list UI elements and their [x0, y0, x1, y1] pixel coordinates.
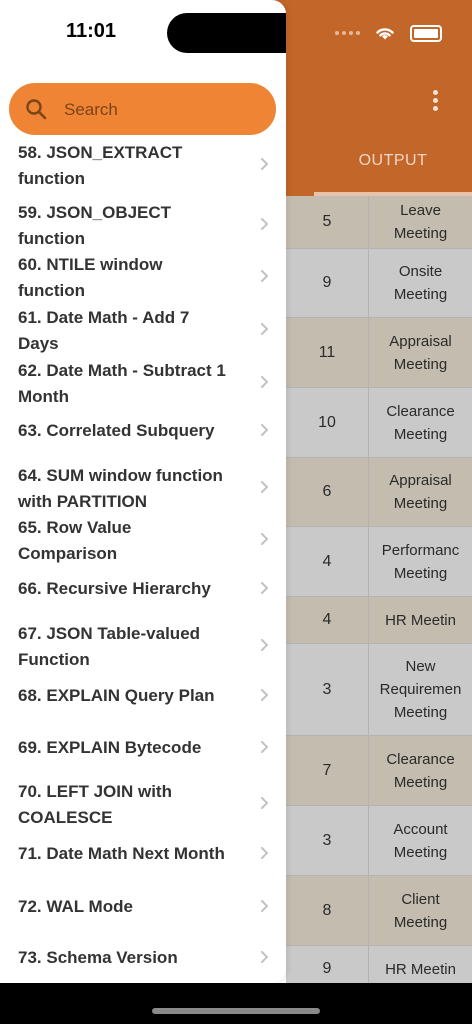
- table-row: 4 Performanc Meeting: [286, 527, 472, 597]
- menu-item-label: 64. SUM window function with PARTITION: [18, 466, 223, 511]
- table-cell-count: 9: [286, 249, 369, 317]
- menu-item-label: 72. WAL Mode: [18, 897, 133, 916]
- table-cell-count: 11: [286, 318, 369, 387]
- menu-item-label: 69. EXPLAIN Bytecode: [18, 738, 202, 757]
- chevron-right-icon: [261, 218, 269, 230]
- table-cell-type: Leave Meeting: [393, 202, 448, 242]
- menu-item-label: 66. Recursive Hierarchy: [18, 579, 211, 598]
- table-row: 3 Account Meeting: [286, 806, 472, 876]
- table-row: 8 Client Meeting: [286, 876, 472, 946]
- signal-icon: [335, 31, 360, 35]
- dynamic-island: [167, 13, 286, 53]
- chevron-right-icon: [261, 323, 269, 335]
- table-cell-type: Account Meeting: [393, 820, 448, 861]
- chevron-right-icon: [261, 582, 269, 594]
- menu-item-label: 62. Date Math - Subtract 1 Month: [18, 361, 226, 406]
- menu-item-label: 73. Schema Version: [18, 948, 178, 967]
- table-cell-count: 3: [286, 644, 369, 735]
- table-cell-count: 7: [286, 736, 369, 805]
- table-cell-count: 8: [286, 876, 369, 945]
- chevron-right-icon: [261, 424, 269, 436]
- table-cell-count: 3: [286, 806, 369, 875]
- table-cell-type: HR Meetin: [385, 611, 456, 629]
- table-row: 11 Appraisal Meeting: [286, 318, 472, 388]
- search-input[interactable]: Search: [9, 83, 276, 135]
- table-row: 6 Appraisal Meeting: [286, 458, 472, 527]
- menu-item-label: 65. Row Value Comparison: [18, 518, 132, 563]
- menu-item-label: 70. LEFT JOIN with COALESCE: [18, 782, 172, 827]
- chevron-right-icon: [261, 481, 269, 493]
- table-cell-type: Performanc Meeting: [381, 541, 460, 582]
- search-icon: [26, 99, 47, 120]
- chevron-right-icon: [261, 270, 269, 282]
- table-row: 9 HR Meetin: [286, 946, 472, 983]
- app-screen: OUTPUT 5 Leave Meeting 9 Onsite Meeting 11 Ap…: [0, 0, 472, 983]
- menu-item-label: 67. JSON Table-valued Function: [18, 624, 201, 669]
- wifi-icon: [376, 28, 394, 40]
- chevron-right-icon: [261, 376, 269, 388]
- table-row: 9 Onsite Meeting: [286, 249, 472, 318]
- status-icons: [335, 22, 442, 44]
- table-cell-type: New Requiremen Meeting: [379, 658, 462, 721]
- table-cell-type: Clearance Meeting: [386, 750, 455, 791]
- table-cell-type: Onsite Meeting: [393, 263, 448, 303]
- chevron-right-icon: [261, 639, 269, 651]
- chevron-right-icon: [261, 533, 269, 545]
- chevron-right-icon: [261, 900, 269, 912]
- table-cell-count: 6: [286, 458, 369, 526]
- search-placeholder: Search: [64, 100, 118, 119]
- table-cell-type: Appraisal Meeting: [389, 472, 452, 512]
- table-row: 10 Clearance Meeting: [286, 388, 472, 458]
- side-drawer: 11:01 Search 58. JSON_EXTRACT function 59…: [0, 0, 286, 983]
- menu-item-label: 63. Correlated Subquery: [18, 421, 215, 440]
- chevron-right-icon: [261, 847, 269, 859]
- table-row: 5 Leave Meeting: [286, 196, 472, 249]
- status-time: 11:01: [66, 20, 117, 42]
- table-cell-type: HR Meetin: [385, 960, 456, 978]
- menu-item-label: 71. Date Math Next Month: [18, 844, 225, 863]
- menu-item-label: 68. EXPLAIN Query Plan: [18, 686, 215, 705]
- table-cell-count: 4: [286, 597, 369, 643]
- table-cell-type: Appraisal Meeting: [389, 332, 452, 373]
- chevron-right-icon: [261, 689, 269, 701]
- table-cell-count: 4: [286, 527, 369, 596]
- chevron-right-icon: [261, 951, 269, 963]
- table-row: 4 HR Meetin: [286, 597, 472, 644]
- table-cell-type: Clearance Meeting: [386, 402, 455, 443]
- chevron-right-icon: [261, 797, 269, 809]
- menu-item-label: 59. JSON_OBJECT function: [18, 203, 172, 248]
- table-row: 3 New Requiremen Meeting: [286, 644, 472, 736]
- more-options-icon[interactable]: [433, 90, 439, 114]
- menu-item-label: 58. JSON_EXTRACT function: [18, 143, 183, 188]
- table-cell-count: 5: [286, 196, 369, 248]
- menu-item-label: 60. NTILE window function: [18, 255, 163, 300]
- table-cell-type: Client Meeting: [393, 890, 448, 931]
- home-indicator[interactable]: [152, 1008, 320, 1014]
- chevron-right-icon: [261, 741, 269, 753]
- table-cell-count: 9: [286, 946, 369, 983]
- chevron-right-icon: [261, 158, 269, 170]
- battery-icon: [410, 24, 442, 42]
- table-row: 7 Clearance Meeting: [286, 736, 472, 806]
- output-table: 5 Leave Meeting 9 Onsite Meeting 11 Appraisal…: [286, 196, 472, 983]
- menu-item-label: 61. Date Math - Add 7 Days: [18, 308, 190, 353]
- table-cell-count: 10: [286, 388, 369, 457]
- tab-output[interactable]: OUTPUT: [314, 152, 472, 170]
